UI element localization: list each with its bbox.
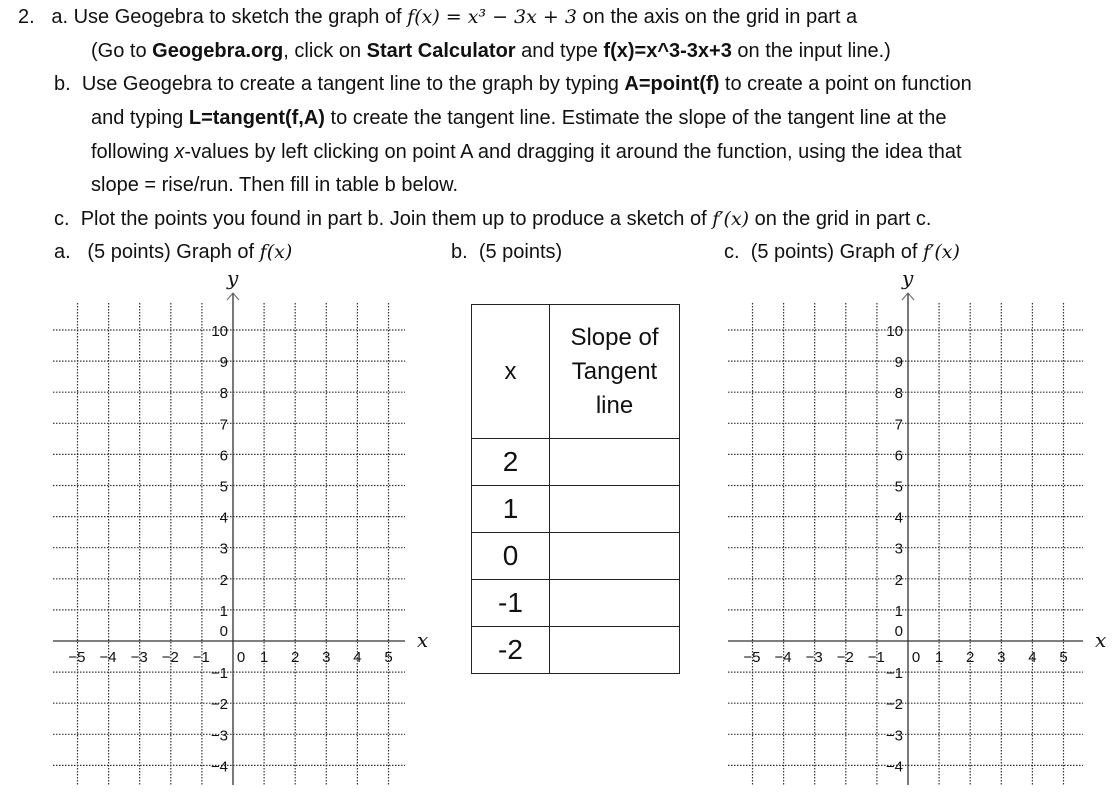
graph-a-y-tick-label: −4: [211, 758, 228, 775]
graph-c-y-tick-label: −1: [886, 665, 903, 682]
graph-c-x-tick-label: 4: [1028, 649, 1036, 666]
graph-c-y-tick-label: 9: [895, 354, 903, 371]
graph-a-x-tick-label: −5: [68, 649, 85, 666]
graph-c-y-tick-label: 6: [895, 447, 903, 464]
graph-c-y-tick-label: 2: [895, 572, 903, 589]
graph-a-y-tick-label: −2: [211, 696, 228, 713]
graph-a-x-tick-label: −4: [99, 649, 116, 666]
table-row: -1: [471, 579, 680, 627]
graph-a-y-tick-label: 5: [220, 479, 228, 496]
graph-a-x-tick-label: 2: [291, 649, 299, 666]
graph-a-y-tick-label: 2: [220, 572, 228, 589]
graph-c-x-axis-label: x: [1095, 628, 1106, 652]
graph-a-y-tick-label: 10: [211, 323, 228, 340]
graph-a-y-tick-label: −1: [211, 665, 228, 682]
graph-a-y-tick-label: 9: [220, 354, 228, 371]
graph-a-x-tick-label: −1: [193, 649, 210, 666]
graph-c-y-axis-label: y: [901, 266, 914, 290]
slope-cell[interactable]: [549, 438, 680, 486]
header-line: Tangent: [571, 357, 658, 385]
graph-c-x-tick-label: 1: [935, 649, 943, 666]
graph-a-x-tick-label: 5: [384, 649, 392, 666]
graph-a-y-tick-label: 3: [220, 541, 228, 558]
graph-a-y-tick-label: 6: [220, 447, 228, 464]
graph-a-x-tick-label: 1: [260, 649, 268, 666]
graph-c-y-tick-label: 4: [895, 510, 903, 527]
x-value: 0: [471, 532, 550, 580]
graph-c-y-tick-label: −2: [886, 696, 903, 713]
graph-c-y-tick-label: 3: [895, 541, 903, 558]
graph-a-y-axis-label: y: [226, 266, 239, 290]
graph-c-x-tick-label: 3: [997, 649, 1005, 666]
graph-a-y-tick-label: 7: [220, 416, 228, 433]
graph-c-y-tick-label: −3: [886, 727, 903, 744]
slope-cell[interactable]: [549, 579, 680, 627]
graph-a-x-axis-label: x: [417, 628, 428, 652]
table-row: 0: [471, 532, 680, 580]
graph-c-y-tick-label: 7: [895, 416, 903, 433]
x-value: -1: [471, 579, 550, 627]
graph-c-x-tick-label: −4: [774, 649, 791, 666]
graph-c-y-tick-label: 5: [895, 479, 903, 496]
graph-a-x-tick-label: 4: [353, 649, 361, 666]
graph-a-y-tick-label: 4: [220, 510, 228, 527]
graph-c-x-tick-label: 0: [912, 649, 920, 666]
graph-a-x-tick-label: 3: [322, 649, 330, 666]
graph-a-x-tick-label: −2: [162, 649, 179, 666]
x-value: -2: [471, 626, 550, 674]
graph-a-y-tick-label: −3: [211, 727, 228, 744]
graph-c-x-tick-label: −2: [837, 649, 854, 666]
table-row: 2: [471, 438, 680, 486]
x-value: 1: [471, 485, 550, 533]
table-row: 1: [471, 485, 680, 533]
slope-cell[interactable]: [549, 485, 680, 533]
header-slope: Slope of Tangent line: [549, 304, 680, 439]
graph-a-y-tick-label: 1: [220, 603, 228, 620]
graph-c-y-tick-label: 8: [895, 385, 903, 402]
table-header-row: x Slope of Tangent line: [471, 304, 680, 439]
slope-table: x Slope of Tangent line 2 1 0 -1 -2: [471, 304, 680, 674]
graph-c-x-tick-label: −5: [743, 649, 760, 666]
graph-a-x-tick-label: −3: [131, 649, 148, 666]
header-line: line: [595, 391, 634, 419]
header-line: Slope of: [570, 323, 659, 351]
graph-c-y-tick-label: 1: [895, 603, 903, 620]
slope-cell[interactable]: [549, 532, 680, 580]
graph-c-y-tick-label: 10: [886, 323, 903, 340]
slope-cell[interactable]: [549, 626, 680, 674]
x-value: 2: [471, 438, 550, 486]
graph-a-y-tick-label: 8: [220, 385, 228, 402]
graph-c-x-tick-label: −1: [868, 649, 885, 666]
graph-a-x-tick-label: 0: [237, 649, 245, 666]
graph-a-y-tick-label: 0: [220, 623, 228, 640]
graph-c-y-tick-label: 0: [895, 623, 903, 640]
table-row: -2: [471, 626, 680, 674]
graph-c-x-tick-label: 5: [1059, 649, 1067, 666]
graph-c-x-tick-label: −3: [806, 649, 823, 666]
header-x: x: [471, 304, 550, 439]
graph-c-y-tick-label: −4: [886, 758, 903, 775]
graph-c-x-tick-label: 2: [966, 649, 974, 666]
